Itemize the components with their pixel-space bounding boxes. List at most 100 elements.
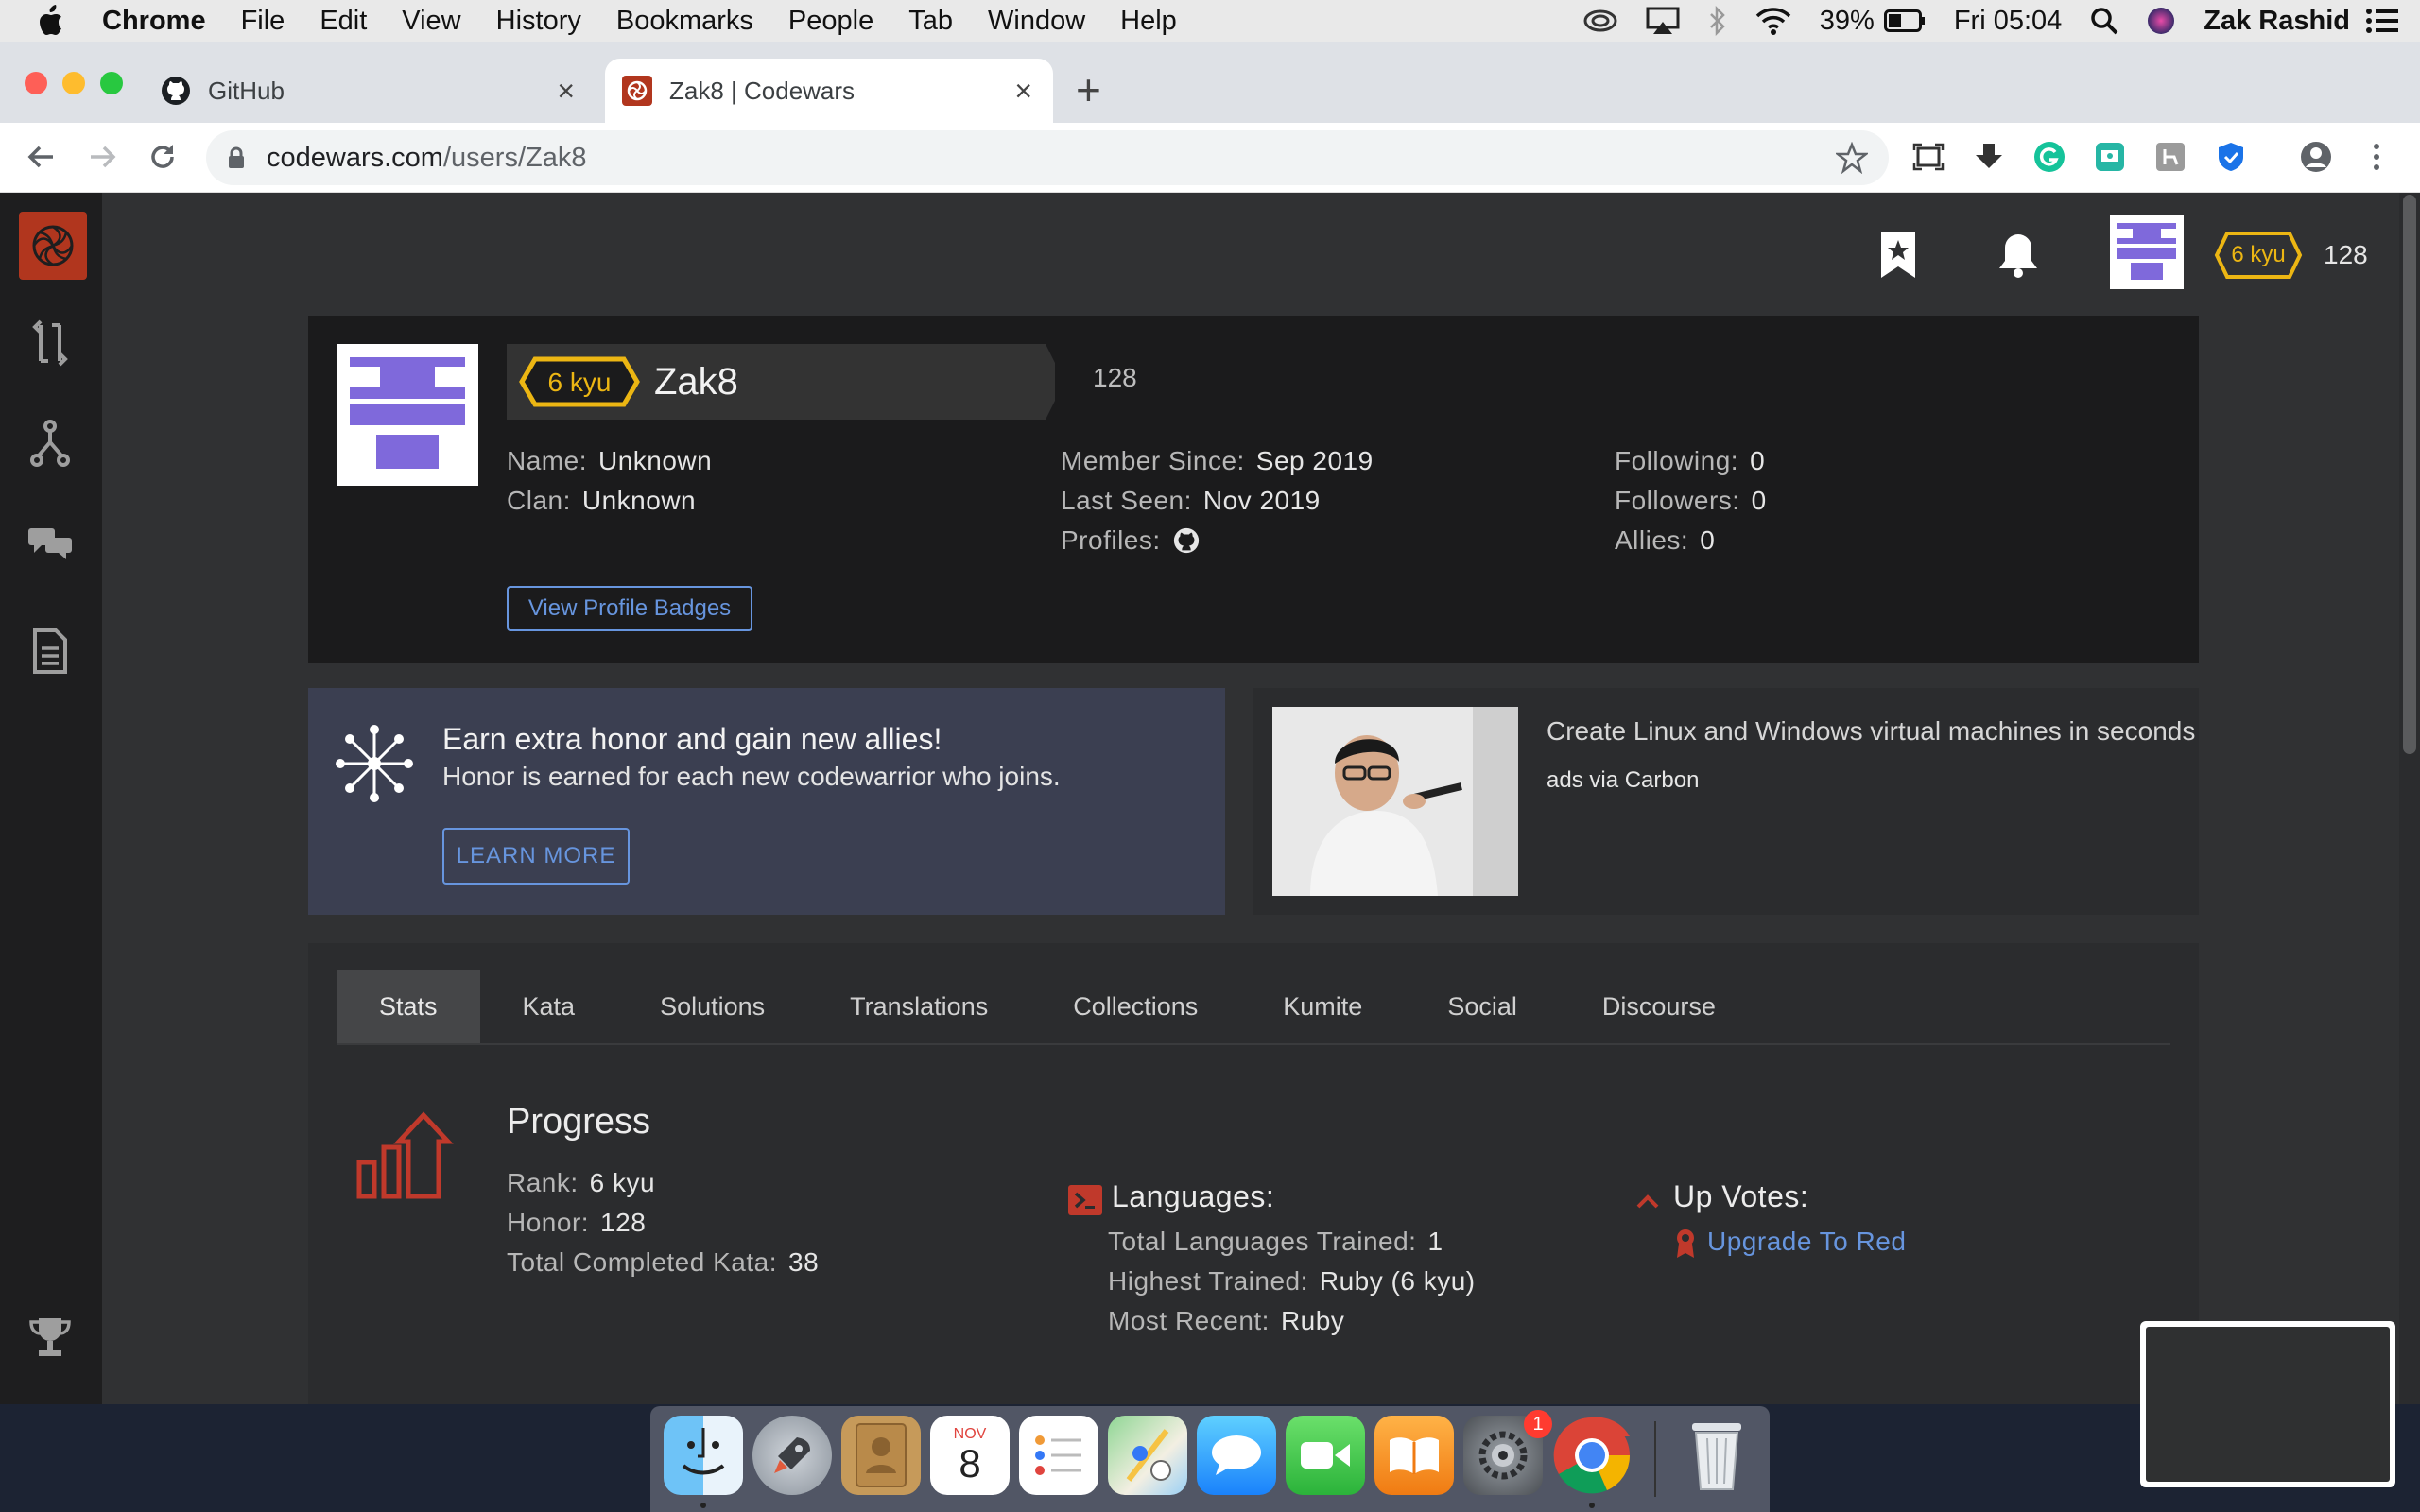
- settings-badge: 1: [1524, 1410, 1552, 1438]
- close-tab-icon[interactable]: ×: [557, 74, 575, 109]
- grey-extension-icon[interactable]: [2153, 140, 2187, 174]
- ad-via-carbon[interactable]: ads via Carbon: [1547, 767, 1699, 794]
- menu-view[interactable]: View: [402, 6, 460, 37]
- calendar-icon[interactable]: NOV 8: [930, 1416, 1010, 1495]
- contacts-icon[interactable]: [841, 1416, 921, 1495]
- chrome-menu-icon[interactable]: [2360, 140, 2394, 174]
- thumbnail-image[interactable]: [2146, 1327, 2390, 1482]
- url-path: /users/Zak8: [442, 142, 587, 173]
- menu-app-name[interactable]: Chrome: [102, 6, 206, 37]
- menu-file[interactable]: File: [241, 6, 285, 37]
- creative-cloud-icon[interactable]: [1583, 9, 1617, 33]
- last-seen-value: Nov 2019: [1202, 486, 1321, 515]
- facetime-icon[interactable]: [1286, 1416, 1365, 1495]
- forward-button[interactable]: [83, 138, 121, 176]
- trash-icon[interactable]: [1677, 1416, 1756, 1495]
- codewars-logo-icon[interactable]: [19, 212, 87, 280]
- lock-icon[interactable]: [227, 146, 246, 169]
- tab-collections[interactable]: Collections: [1030, 970, 1240, 1043]
- reload-button[interactable]: [144, 138, 182, 176]
- finder-icon[interactable]: [664, 1416, 743, 1495]
- window-minimize-button[interactable]: [62, 72, 85, 94]
- github-profile-icon[interactable]: [1172, 526, 1201, 555]
- docs-document-icon[interactable]: [23, 624, 78, 679]
- scrollbar-thumb[interactable]: [2403, 195, 2416, 754]
- menu-user-name[interactable]: Zak Rashid: [2204, 6, 2350, 37]
- browser-tab-codewars[interactable]: Zak8 | Codewars ×: [605, 59, 1053, 123]
- most-recent-row: Most Recent: Ruby: [1108, 1306, 1344, 1336]
- close-tab-icon[interactable]: ×: [1014, 74, 1032, 109]
- tab-stats[interactable]: Stats: [337, 970, 480, 1043]
- wifi-icon[interactable]: [1755, 7, 1791, 35]
- reminders-icon[interactable]: [1019, 1416, 1098, 1495]
- profile-honor: 128: [1093, 363, 1137, 392]
- apple-menu-icon[interactable]: [36, 5, 74, 37]
- siri-icon[interactable]: [2147, 7, 2175, 35]
- chrome-icon[interactable]: [1552, 1416, 1632, 1495]
- menu-edit[interactable]: Edit: [320, 6, 367, 37]
- honor-value: 128: [600, 1208, 647, 1237]
- ad-text[interactable]: Create Linux and Windows virtual machine…: [1547, 716, 2195, 747]
- view-profile-badges-button[interactable]: View Profile Badges: [507, 586, 752, 631]
- books-icon[interactable]: [1374, 1416, 1454, 1495]
- tab-kata[interactable]: Kata: [480, 970, 618, 1043]
- tab-title: Zak8 | Codewars: [669, 76, 856, 105]
- tab-translations[interactable]: Translations: [807, 970, 1030, 1043]
- tab-discourse[interactable]: Discourse: [1560, 970, 1758, 1043]
- screenshot-extension-icon[interactable]: [1911, 140, 1945, 174]
- bookmarks-icon[interactable]: [1879, 231, 1917, 284]
- back-button[interactable]: [23, 138, 60, 176]
- airplay-icon[interactable]: [1646, 7, 1680, 35]
- upgrade-to-red-link[interactable]: Upgrade To Red: [1707, 1227, 1906, 1257]
- stats-card: Stats Kata Solutions Translations Collec…: [308, 943, 2199, 1404]
- messages-icon[interactable]: [1197, 1416, 1276, 1495]
- learn-more-button[interactable]: LEARN MORE: [442, 828, 630, 885]
- profile-profiles-row: Profiles:: [1061, 525, 1201, 556]
- header-avatar[interactable]: [2110, 215, 2184, 289]
- spotlight-search-icon[interactable]: [2090, 7, 2118, 35]
- name-label: Name:: [507, 446, 587, 475]
- page-scrollbar[interactable]: [2399, 193, 2420, 1404]
- leaderboard-trophy-icon[interactable]: [23, 1310, 78, 1365]
- menu-history[interactable]: History: [496, 6, 581, 37]
- browser-tab-github[interactable]: GitHub ×: [161, 59, 596, 123]
- battery-icon[interactable]: [1883, 9, 1926, 32]
- menu-people[interactable]: People: [788, 6, 873, 37]
- tab-social[interactable]: Social: [1405, 970, 1560, 1043]
- tab-kumite[interactable]: Kumite: [1240, 970, 1405, 1043]
- rank-label: Rank:: [507, 1168, 579, 1197]
- new-tab-button[interactable]: +: [1076, 64, 1101, 115]
- profile-rank-badge: 6 kyu: [518, 355, 641, 408]
- launchpad-icon[interactable]: [752, 1416, 832, 1495]
- menu-bookmarks[interactable]: Bookmarks: [616, 6, 753, 37]
- carbon-ad[interactable]: Create Linux and Windows virtual machine…: [1253, 688, 2199, 915]
- practice-icon[interactable]: [23, 316, 78, 370]
- bluetooth-icon[interactable]: [1708, 6, 1727, 36]
- progress-completed-row: Total Completed Kata: 38: [507, 1247, 819, 1278]
- window-zoom-button[interactable]: [100, 72, 123, 94]
- profile-avatar-icon[interactable]: [2299, 140, 2333, 174]
- maps-icon[interactable]: [1108, 1416, 1187, 1495]
- screen-recorder-extension-icon[interactable]: [2093, 140, 2127, 174]
- tab-solutions[interactable]: Solutions: [617, 970, 807, 1043]
- address-bar[interactable]: codewars.com/users/Zak8: [206, 130, 1889, 185]
- ad-image[interactable]: [1272, 707, 1518, 896]
- notifications-bell-icon[interactable]: [1996, 231, 2040, 284]
- rank-value: 6 kyu: [589, 1168, 656, 1197]
- notification-center-icon[interactable]: [2365, 8, 2399, 34]
- screenshot-preview-thumbnail[interactable]: [2140, 1321, 2395, 1487]
- menu-tab[interactable]: Tab: [908, 6, 953, 37]
- download-extension-icon[interactable]: [1972, 140, 2006, 174]
- window-close-button[interactable]: [25, 72, 47, 94]
- languages-trained-label: Total Languages Trained:: [1108, 1227, 1417, 1256]
- menu-window[interactable]: Window: [988, 6, 1085, 37]
- kumite-fork-icon[interactable]: [23, 416, 78, 471]
- bookmark-star-icon[interactable]: [1834, 141, 1870, 181]
- menu-help[interactable]: Help: [1120, 6, 1177, 37]
- grammarly-icon[interactable]: [2032, 140, 2066, 174]
- browser-toolbar: codewars.com/users/Zak8: [0, 123, 2420, 193]
- menu-clock[interactable]: Fri 05:04: [1954, 6, 2062, 37]
- shield-extension-icon[interactable]: [2214, 140, 2248, 174]
- member-since-label: Member Since:: [1061, 446, 1245, 475]
- discuss-chat-icon[interactable]: [23, 516, 78, 571]
